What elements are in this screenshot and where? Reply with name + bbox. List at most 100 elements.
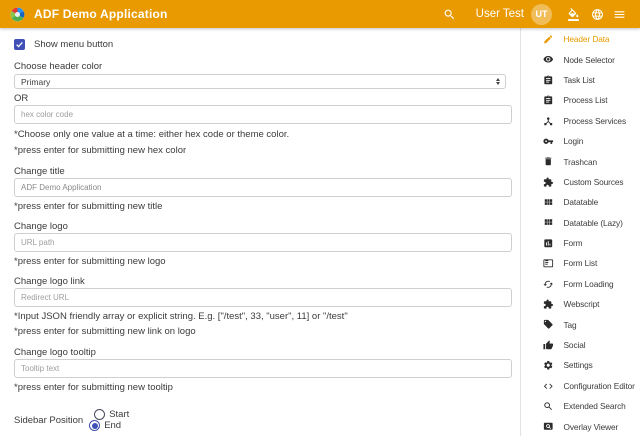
sidebar-item-form[interactable]: Form bbox=[521, 233, 639, 253]
sidebar-item-webscript[interactable]: Webscript bbox=[521, 294, 639, 314]
show-menu-row: Show menu button bbox=[14, 38, 511, 50]
change-title-label: Change title bbox=[14, 166, 511, 177]
sidebar-item-label: Task List bbox=[564, 75, 595, 85]
sidebar-item-label: Form bbox=[564, 238, 583, 248]
sidebar-item-label: Process List bbox=[564, 95, 608, 105]
avatar-initials: UT bbox=[536, 9, 548, 19]
change-logo-tooltip-input[interactable] bbox=[14, 359, 512, 378]
code-icon bbox=[543, 381, 554, 392]
sidebar-item-label: Overlay Viewer bbox=[564, 422, 619, 432]
eye-icon bbox=[543, 54, 554, 65]
check-icon bbox=[15, 40, 24, 49]
edit-icon bbox=[543, 34, 554, 45]
right-sidebar-menu: Header Data Node Selector Task List Process… bbox=[521, 28, 639, 436]
sidebar-position-label: Sidebar Position bbox=[14, 415, 83, 426]
sidebar-item-login[interactable]: Login bbox=[521, 131, 639, 151]
radio-label: End bbox=[104, 420, 121, 431]
change-logo-link-label: Change logo link bbox=[14, 276, 511, 287]
delete-icon bbox=[543, 156, 554, 167]
hex-note-2: *press enter for submitting new hex colo… bbox=[14, 145, 511, 156]
show-menu-checkbox[interactable] bbox=[14, 39, 25, 50]
sidebar-item-settings[interactable]: Settings bbox=[521, 355, 639, 375]
language-icon[interactable] bbox=[591, 8, 604, 21]
app-title: ADF Demo Application bbox=[34, 7, 168, 21]
sidebar-item-label: Settings bbox=[564, 360, 593, 370]
sidebar-item-process-services[interactable]: Process Services bbox=[521, 111, 639, 131]
sidebar-item-label: Header Data bbox=[564, 34, 610, 44]
poll-icon bbox=[543, 238, 554, 249]
sidebar-item-form-loading[interactable]: Form Loading bbox=[521, 274, 639, 294]
user-name[interactable]: User Test bbox=[476, 8, 524, 20]
grid-icon bbox=[543, 197, 554, 208]
sidebar-position-radio-end[interactable]: End bbox=[85, 420, 129, 431]
sidebar-position-row: Sidebar Position StartEnd bbox=[14, 409, 511, 431]
cached-icon bbox=[543, 279, 554, 290]
change-title-input[interactable] bbox=[14, 178, 512, 197]
color-fill-icon[interactable] bbox=[567, 8, 580, 21]
assignment-icon bbox=[543, 95, 554, 106]
sidebar-item-extended-search[interactable]: Extended Search bbox=[521, 396, 639, 416]
radio-label: Start bbox=[109, 409, 129, 420]
avatar[interactable]: UT bbox=[531, 4, 552, 25]
sidebar-item-label: Custom Sources bbox=[564, 177, 624, 187]
pageview-icon bbox=[543, 421, 554, 432]
sidebar-item-node-selector[interactable]: Node Selector bbox=[521, 49, 639, 69]
sidebar-item-datatable[interactable]: Datatable bbox=[521, 192, 639, 212]
extension-icon bbox=[543, 177, 554, 188]
key-icon bbox=[543, 136, 554, 147]
change-logo-input[interactable] bbox=[14, 233, 512, 252]
sidebar-item-label: Node Selector bbox=[564, 55, 615, 65]
sidebar-item-label: Datatable bbox=[564, 197, 599, 207]
sidebar-item-label: Process Services bbox=[564, 116, 627, 126]
sidebar-item-overlay-viewer[interactable]: Overlay Viewer bbox=[521, 416, 639, 436]
sidebar-item-configuration-editor[interactable]: Configuration Editor bbox=[521, 376, 639, 396]
sidebar-item-label: Configuration Editor bbox=[564, 381, 635, 391]
select-spinner-icon bbox=[496, 78, 500, 86]
sidebar-item-label: Social bbox=[564, 340, 586, 350]
change-logo-label: Change logo bbox=[14, 221, 511, 232]
hex-color-input[interactable] bbox=[14, 105, 512, 124]
radio-circle-icon bbox=[94, 409, 105, 420]
hex-note-1: *Choose only one value at a time: either… bbox=[14, 129, 511, 140]
sidebar-position-options: StartEnd bbox=[83, 409, 129, 431]
logo-note: *press enter for submitting new logo bbox=[14, 256, 511, 267]
header-color-select[interactable]: Primary bbox=[14, 74, 506, 89]
sidebar-item-task-list[interactable]: Task List bbox=[521, 70, 639, 90]
search-icon[interactable] bbox=[443, 8, 456, 21]
sidebar-item-social[interactable]: Social bbox=[521, 335, 639, 355]
radio-circle-icon bbox=[89, 420, 100, 431]
list-alt-icon bbox=[543, 258, 554, 269]
assignment-icon bbox=[543, 75, 554, 86]
change-logo-tooltip-label: Change logo tooltip bbox=[14, 347, 511, 358]
grid-icon bbox=[543, 217, 554, 228]
sidebar-position-radio-start[interactable]: Start bbox=[90, 409, 129, 420]
sidebar-item-label: Form Loading bbox=[564, 279, 614, 289]
sidebar-item-label: Form List bbox=[564, 258, 598, 268]
logo-link-note-2: *press enter for submitting new link on … bbox=[14, 326, 511, 337]
tag-icon bbox=[543, 319, 554, 330]
sidebar-item-header-data[interactable]: Header Data bbox=[521, 29, 639, 49]
sidebar-item-label: Tag bbox=[564, 320, 577, 330]
search-icon bbox=[543, 401, 554, 412]
sidebar-item-tag[interactable]: Tag bbox=[521, 314, 639, 334]
title-note: *press enter for submitting new title bbox=[14, 201, 511, 212]
sidebar-item-label: Trashcan bbox=[564, 157, 597, 167]
sidebar-item-label: Datatable (Lazy) bbox=[564, 218, 623, 228]
sidebar-item-custom-sources[interactable]: Custom Sources bbox=[521, 172, 639, 192]
header-data-settings-panel: Show menu button Choose header color Pri… bbox=[0, 28, 521, 436]
show-menu-label: Show menu button bbox=[34, 39, 113, 50]
sidebar-item-trashcan[interactable]: Trashcan bbox=[521, 151, 639, 171]
hamburger-menu-icon[interactable] bbox=[613, 8, 626, 21]
sidebar-item-form-list[interactable]: Form List bbox=[521, 253, 639, 273]
device-hub-icon bbox=[543, 116, 554, 127]
sidebar-item-datatable-lazy[interactable]: Datatable (Lazy) bbox=[521, 213, 639, 233]
header-color-selected-value: Primary bbox=[21, 77, 50, 87]
gear-icon bbox=[543, 360, 554, 371]
sidebar-item-process-list[interactable]: Process List bbox=[521, 90, 639, 110]
adf-logo-icon bbox=[10, 7, 25, 22]
change-logo-link-input[interactable] bbox=[14, 288, 512, 307]
app-header: ADF Demo Application User Test UT bbox=[0, 0, 640, 28]
sidebar-item-label: Extended Search bbox=[564, 401, 626, 411]
thumb-up-icon bbox=[543, 340, 554, 351]
sidebar-item-label: Login bbox=[564, 136, 584, 146]
